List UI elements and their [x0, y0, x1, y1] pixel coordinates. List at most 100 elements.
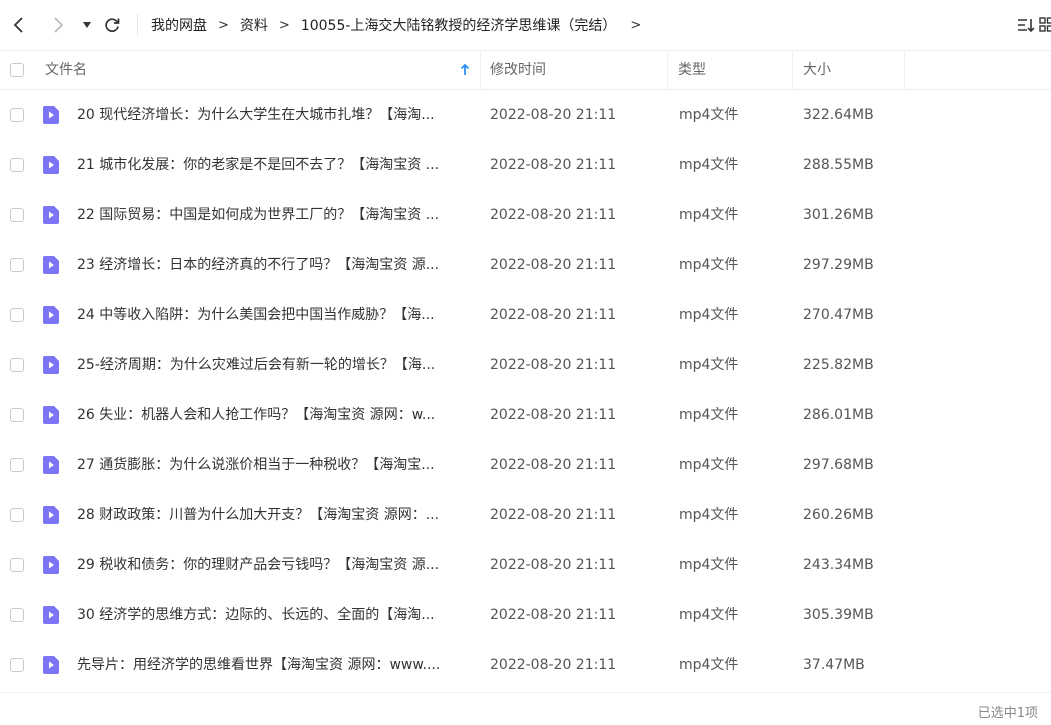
file-size: 297.29MB	[803, 240, 874, 290]
file-name[interactable]: 25-经济周期：为什么灾难过后会有新一轮的增长？【海...	[77, 340, 469, 390]
file-name[interactable]: 先导片：用经济学的思维看世界【海淘宝资 源网：www....	[77, 640, 469, 690]
file-size: 270.47MB	[803, 290, 874, 340]
file-modified-time: 2022-08-20 21:11	[490, 190, 616, 240]
table-row[interactable]: 21 城市化发展：你的老家是不是回不去了？【海淘宝资 ...2022-08-20…	[0, 140, 1051, 190]
file-modified-time: 2022-08-20 21:11	[490, 240, 616, 290]
breadcrumb-item-root[interactable]: 我的网盘	[151, 15, 207, 35]
file-type: mp4文件	[679, 390, 738, 440]
row-checkbox[interactable]	[10, 158, 24, 172]
table-row[interactable]: 25-经济周期：为什么灾难过后会有新一轮的增长？【海... 2022-08-20 …	[0, 340, 1051, 390]
video-file-icon	[41, 555, 61, 575]
file-list: 20 现代经济增长：为什么大学生在大城市扎堆？【海淘... 2022-08-20 …	[0, 90, 1051, 690]
row-checkbox[interactable]	[10, 308, 24, 322]
file-modified-time: 2022-08-20 21:11	[490, 90, 616, 140]
breadcrumb: 我的网盘 > 资料 > 10055-上海交大陆铭教授的经济学思维课（完结） >	[151, 14, 652, 36]
breadcrumb-separator-icon: >	[279, 18, 290, 33]
file-name[interactable]: 27 通货膨胀：为什么说涨价相当于一种税收？【海淘宝...	[77, 440, 469, 490]
row-checkbox[interactable]	[10, 358, 24, 372]
table-row[interactable]: 20 现代经济增长：为什么大学生在大城市扎堆？【海淘... 2022-08-20 …	[0, 90, 1051, 140]
file-name[interactable]: 21 城市化发展：你的老家是不是回不去了？【海淘宝资 ...	[77, 140, 469, 190]
column-header-name[interactable]: 文件名	[45, 51, 87, 89]
chevron-right-icon	[51, 17, 65, 33]
row-checkbox[interactable]	[10, 658, 24, 672]
sort-button[interactable]	[1013, 14, 1039, 36]
file-name[interactable]: 22 国际贸易：中国是如何成为世界工厂的？【海淘宝资 ...	[77, 190, 469, 240]
file-type: mp4文件	[679, 290, 738, 340]
file-size: 37.47MB	[803, 640, 865, 690]
column-header-size[interactable]: 大小	[803, 51, 831, 89]
video-file-icon	[41, 355, 61, 375]
table-row[interactable]: 22 国际贸易：中国是如何成为世界工厂的？【海淘宝资 ... 2022-08-20…	[0, 190, 1051, 240]
select-all-checkbox[interactable]	[10, 63, 24, 77]
file-size: 260.26MB	[803, 490, 874, 540]
video-file-icon	[41, 105, 61, 125]
caret-down-icon	[82, 21, 92, 29]
table-row[interactable]: 23 经济增长：日本的经济真的不行了吗？【海淘宝资 源... 2022-08-20…	[0, 240, 1051, 290]
column-divider[interactable]	[667, 51, 668, 89]
row-checkbox[interactable]	[10, 458, 24, 472]
sort-indicator[interactable]	[460, 51, 470, 89]
table-row[interactable]: 26 失业：机器人会和人抢工作吗？【海淘宝资 源网：w...2022-08-20…	[0, 390, 1051, 440]
file-modified-time: 2022-08-20 21:11	[490, 640, 616, 690]
table-row[interactable]: 28 财政政策：川普为什么加大开支？【海淘宝资 源网：...2022-08-20…	[0, 490, 1051, 540]
toolbar-divider	[137, 14, 138, 36]
file-name[interactable]: 23 经济增长：日本的经济真的不行了吗？【海淘宝资 源...	[77, 240, 469, 290]
column-header-type[interactable]: 类型	[678, 51, 706, 89]
file-name[interactable]: 24 中等收入陷阱：为什么美国会把中国当作威胁？【海...	[77, 290, 469, 340]
table-row[interactable]: 29 税收和债务：你的理财产品会亏钱吗？【海淘宝资 源... 2022-08-20…	[0, 540, 1051, 590]
column-divider[interactable]	[792, 51, 793, 89]
refresh-icon	[103, 16, 121, 34]
view-controls	[1013, 14, 1051, 36]
breadcrumb-item-current[interactable]: 10055-上海交大陆铭教授的经济学思维课（完结）	[301, 15, 617, 35]
file-name[interactable]: 26 失业：机器人会和人抢工作吗？【海淘宝资 源网：w...	[77, 390, 469, 440]
forward-button[interactable]	[47, 12, 69, 38]
refresh-button[interactable]	[101, 12, 123, 38]
table-row[interactable]: 30 经济学的思维方式：边际的、长远的、全面的【海淘...2022-08-20 …	[0, 590, 1051, 640]
row-checkbox[interactable]	[10, 258, 24, 272]
file-name[interactable]: 20 现代经济增长：为什么大学生在大城市扎堆？【海淘...	[77, 90, 469, 140]
chevron-left-icon	[12, 17, 26, 33]
file-size: 286.01MB	[803, 390, 874, 440]
view-mode-button[interactable]	[1039, 14, 1051, 36]
file-type: mp4文件	[679, 440, 738, 490]
column-header-modified[interactable]: 修改时间	[490, 51, 546, 89]
row-checkbox[interactable]	[10, 608, 24, 622]
file-type: mp4文件	[679, 190, 738, 240]
file-type: mp4文件	[679, 590, 738, 640]
file-type: mp4文件	[679, 140, 738, 190]
video-file-icon	[41, 205, 61, 225]
file-name[interactable]: 28 财政政策：川普为什么加大开支？【海淘宝资 源网：...	[77, 490, 469, 540]
column-divider[interactable]	[480, 51, 481, 89]
file-size: 322.64MB	[803, 90, 874, 140]
file-size: 288.55MB	[803, 140, 874, 190]
table-header: 文件名 修改时间 类型 大小	[0, 50, 1051, 90]
file-modified-time: 2022-08-20 21:11	[490, 290, 616, 340]
file-modified-time: 2022-08-20 21:11	[490, 540, 616, 590]
row-checkbox[interactable]	[10, 408, 24, 422]
table-row[interactable]: 27 通货膨胀：为什么说涨价相当于一种税收？【海淘宝... 2022-08-20 …	[0, 440, 1051, 490]
table-row[interactable]: 先导片：用经济学的思维看世界【海淘宝资 源网：www.... 2022-08-20…	[0, 640, 1051, 690]
row-checkbox[interactable]	[10, 208, 24, 222]
file-table: 文件名 修改时间 类型 大小 20 现代经济增长：为什么大学生在大城市扎堆？【海…	[0, 50, 1051, 690]
file-type: mp4文件	[679, 90, 738, 140]
row-checkbox[interactable]	[10, 108, 24, 122]
back-button[interactable]	[8, 12, 30, 38]
file-name[interactable]: 30 经济学的思维方式：边际的、长远的、全面的【海淘...	[77, 590, 469, 640]
table-row[interactable]: 24 中等收入陷阱：为什么美国会把中国当作威胁？【海... 2022-08-20 …	[0, 290, 1051, 340]
video-file-icon	[41, 505, 61, 525]
file-modified-time: 2022-08-20 21:11	[490, 440, 616, 490]
file-size: 297.68MB	[803, 440, 874, 490]
video-file-icon	[41, 255, 61, 275]
row-checkbox[interactable]	[10, 558, 24, 572]
file-size: 305.39MB	[803, 590, 874, 640]
file-name[interactable]: 29 税收和债务：你的理财产品会亏钱吗？【海淘宝资 源...	[77, 540, 469, 590]
file-modified-time: 2022-08-20 21:11	[490, 340, 616, 390]
history-dropdown-button[interactable]	[76, 12, 98, 38]
sort-icon	[1016, 16, 1036, 34]
breadcrumb-item-folder[interactable]: 资料	[240, 15, 268, 35]
file-type: mp4文件	[679, 640, 738, 690]
status-bar: 已选中1项	[0, 692, 1051, 725]
breadcrumb-more-icon[interactable]: >	[630, 18, 641, 33]
row-checkbox[interactable]	[10, 508, 24, 522]
column-divider[interactable]	[904, 51, 905, 89]
